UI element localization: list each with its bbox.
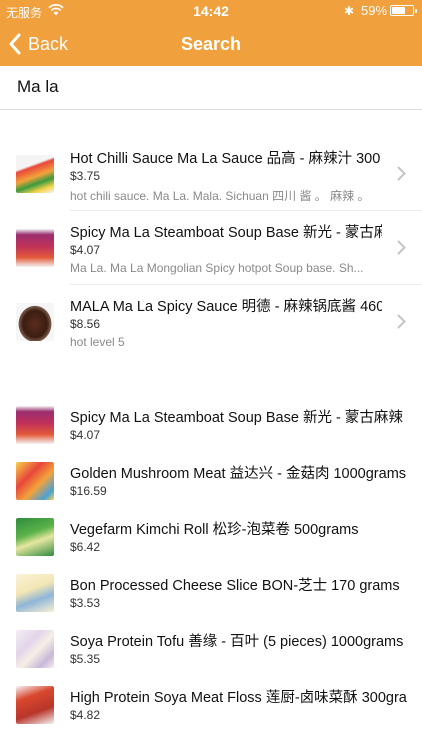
bluetooth-icon: ✱ <box>344 4 355 18</box>
product-thumbnail <box>16 303 54 341</box>
product-price: $6.42 <box>70 540 101 554</box>
battery-percent: 59% <box>361 3 388 18</box>
product-row[interactable]: Soya Protein Tofu 善缘 - 百叶 (5 pieces) 100… <box>0 620 422 676</box>
page-title: Search <box>180 34 242 54</box>
battery-level-fill <box>392 7 405 14</box>
product-name: MALA Ma La Spicy Sauce 明德 - 麻辣锅底酱 460 <box>70 299 382 315</box>
product-price: $4.07 <box>70 428 101 442</box>
product-name: Spicy Ma La Steamboat Soup Base 新光 - 蒙古麻… <box>70 410 403 426</box>
chevron-right-icon <box>397 314 406 329</box>
product-thumbnail <box>16 406 54 444</box>
result-row[interactable]: Hot Chilli Sauce Ma La Sauce 品高 - 麻辣汁 30… <box>0 137 422 211</box>
product-price: $4.07 <box>70 243 101 257</box>
product-description: Ma La. Ma La Mongolian Spicy hotpot Soup… <box>70 261 364 275</box>
result-row[interactable]: MALA Ma La Spicy Sauce 明德 - 麻辣锅底酱 460 $8… <box>0 285 422 359</box>
product-thumbnail <box>16 155 54 193</box>
product-price: $3.53 <box>70 596 101 610</box>
product-price: $5.35 <box>70 652 101 666</box>
product-description: hot chili sauce. Ma La. Mala. Sichuan 四川… <box>70 189 370 203</box>
search-field[interactable] <box>0 66 422 110</box>
product-name: Spicy Ma La Steamboat Soup Base 新光 - 蒙古麻 <box>70 225 382 241</box>
clock: 14:42 <box>193 3 229 19</box>
product-description: hot level 5 <box>70 335 125 349</box>
product-thumbnail <box>16 686 54 724</box>
product-thumbnail <box>16 630 54 668</box>
product-name: Soya Protein Tofu 善缘 - 百叶 (5 pieces) 100… <box>70 634 404 650</box>
chevron-right-icon <box>397 166 406 181</box>
product-row[interactable]: Vegefarm Kimchi Roll 松珍-泡菜卷 500grams $6.… <box>0 508 422 564</box>
product-price: $16.59 <box>70 484 107 498</box>
status-bar: 无服务 14:42 ✱ 59% <box>0 0 422 22</box>
product-row[interactable]: Spicy Ma La Steamboat Soup Base 新光 - 蒙古麻… <box>0 396 422 452</box>
battery-icon <box>390 5 417 16</box>
product-name: Vegefarm Kimchi Roll 松珍-泡菜卷 500grams <box>70 522 359 538</box>
product-thumbnail <box>16 574 54 612</box>
product-name: Hot Chilli Sauce Ma La Sauce 品高 - 麻辣汁 30… <box>70 151 381 167</box>
product-thumbnail <box>16 462 54 500</box>
chevron-right-icon <box>397 240 406 255</box>
result-row[interactable]: Spicy Ma La Steamboat Soup Base 新光 - 蒙古麻… <box>0 211 422 285</box>
product-thumbnail <box>16 229 54 267</box>
product-row[interactable]: Bon Processed Cheese Slice BON-芝士 170 gr… <box>0 564 422 620</box>
product-name: Bon Processed Cheese Slice BON-芝士 170 gr… <box>70 578 400 594</box>
search-results-list: Hot Chilli Sauce Ma La Sauce 品高 - 麻辣汁 30… <box>0 137 422 359</box>
product-name: High Protein Soya Meat Floss 莲厨-卤味菜酥 300… <box>70 690 407 706</box>
product-name: Golden Mushroom Meat 益达兴 - 金菇肉 1000grams <box>70 466 407 482</box>
navigation-bar: Back Search <box>0 22 422 66</box>
related-products-list: Spicy Ma La Steamboat Soup Base 新光 - 蒙古麻… <box>0 396 422 732</box>
product-row[interactable]: Golden Mushroom Meat 益达兴 - 金菇肉 1000grams… <box>0 452 422 508</box>
product-price: $3.75 <box>70 169 101 183</box>
product-price: $4.82 <box>70 708 101 722</box>
product-price: $8.56 <box>70 317 101 331</box>
search-input[interactable] <box>17 66 407 108</box>
product-thumbnail <box>16 518 54 556</box>
product-row[interactable]: High Protein Soya Meat Floss 莲厨-卤味菜酥 300… <box>0 676 422 732</box>
